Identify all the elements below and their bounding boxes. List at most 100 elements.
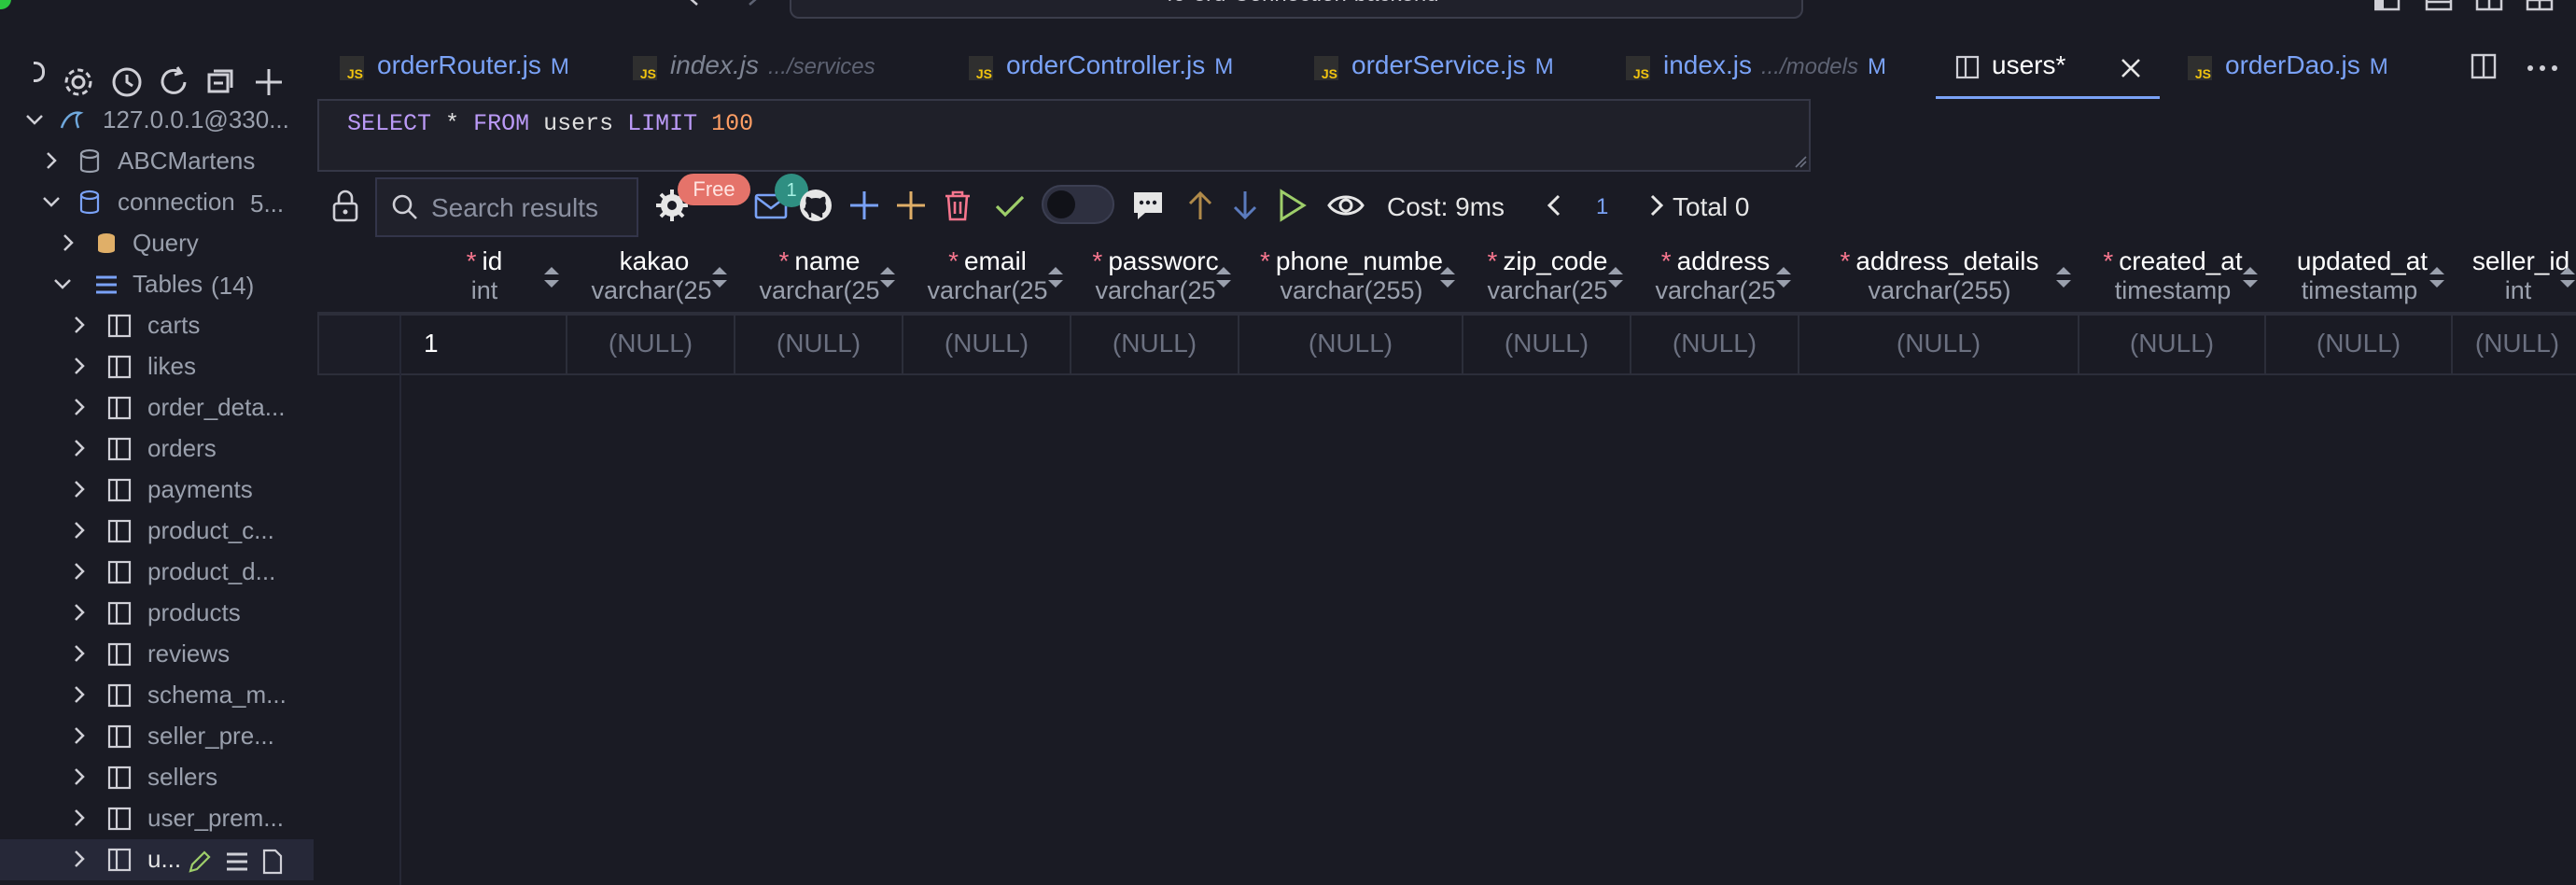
sql-query[interactable]: SELECT * FROM users LIMIT 100 — [347, 110, 753, 137]
sort-icon[interactable] — [877, 263, 898, 291]
tree-table-users[interactable]: u... — [0, 839, 314, 880]
tree-table-item[interactable]: product_d... — [0, 552, 314, 593]
search-input[interactable] — [429, 189, 629, 228]
tab-users[interactable]: users* — [1936, 37, 2160, 99]
column-header[interactable]: * zip_code varchar(25 — [1463, 239, 1631, 314]
sort-icon[interactable] — [2053, 263, 2074, 291]
collapse-all-icon[interactable] — [202, 63, 239, 101]
tab-index-services[interactable]: JS index.js .../services — [607, 37, 887, 99]
table-cell[interactable]: 1 — [401, 314, 567, 375]
tree-tables[interactable]: Tables (14) — [0, 264, 314, 305]
sort-icon[interactable] — [541, 263, 562, 291]
toggle-switch[interactable] — [1042, 185, 1114, 224]
column-header[interactable]: seller_id int — [2453, 239, 2576, 314]
tree-table-item[interactable]: reviews — [0, 634, 314, 675]
tab-index-models[interactable]: JS index.js .../models M — [1600, 37, 1917, 99]
back-arrow-icon[interactable] — [685, 0, 713, 11]
tab-ordercontroller[interactable]: JS orderController.js M — [943, 37, 1279, 99]
list-rows-icon[interactable] — [224, 849, 250, 875]
column-header[interactable]: * phone_numbe varchar(255) — [1239, 239, 1463, 314]
tree-table-item[interactable]: order_deta... — [0, 387, 314, 428]
history-icon[interactable] — [108, 63, 146, 101]
row-number-cell[interactable] — [317, 314, 401, 375]
tree-table-item[interactable]: user_prem... — [0, 798, 314, 839]
chevron-right-icon[interactable] — [1637, 187, 1674, 224]
table-cell[interactable]: (NULL) — [1239, 314, 1463, 375]
sort-icon[interactable] — [2427, 263, 2447, 291]
tree-table-item[interactable]: product_c... — [0, 511, 314, 552]
sql-editor[interactable]: SELECT * FROM users LIMIT 100 — [317, 99, 1811, 172]
column-header[interactable]: * address varchar(25 — [1631, 239, 1799, 314]
lock-icon[interactable] — [327, 187, 364, 224]
tree-table-item[interactable]: seller_pre... — [0, 716, 314, 757]
tree-table-item[interactable]: schema_m... — [0, 675, 314, 716]
column-header[interactable]: * created_at timestamp — [2079, 239, 2266, 314]
chevron-left-icon[interactable] — [1536, 187, 1574, 224]
arrow-up-icon[interactable] — [1182, 187, 1219, 224]
tree-table-item[interactable]: orders — [0, 428, 314, 470]
tree-table-item[interactable]: payments — [0, 470, 314, 511]
table-cell[interactable]: (NULL) — [567, 314, 735, 375]
insert-icon[interactable] — [892, 187, 930, 224]
tree-table-item[interactable]: products — [0, 593, 314, 634]
table-cell[interactable]: (NULL) — [1799, 314, 2079, 375]
column-header[interactable]: kakao varchar(25 — [567, 239, 735, 314]
tab-orderrouter[interactable]: JS orderRouter.js M — [314, 37, 594, 99]
refresh-icon[interactable] — [155, 63, 192, 101]
close-icon[interactable] — [2119, 56, 2143, 80]
run-play-icon[interactable] — [1273, 187, 1310, 224]
sort-icon[interactable] — [1213, 263, 1234, 291]
tree-database-connection[interactable]: connection 5... — [0, 182, 314, 223]
column-header[interactable]: * name varchar(25 — [735, 239, 903, 314]
tree-query[interactable]: Query — [0, 223, 314, 264]
column-header[interactable]: * passworc varchar(25 — [1071, 239, 1239, 314]
sort-icon[interactable] — [1045, 263, 1066, 291]
tree-table-item[interactable]: carts — [0, 305, 314, 346]
table-cell[interactable]: (NULL) — [1463, 314, 1631, 375]
sort-icon[interactable] — [2557, 263, 2576, 291]
resize-handle-icon[interactable] — [1794, 155, 1807, 168]
add-connection-icon[interactable] — [250, 63, 287, 101]
forward-arrow-icon[interactable] — [734, 0, 762, 11]
table-cell[interactable]: (NULL) — [903, 314, 1071, 375]
table-cell[interactable]: (NULL) — [2453, 314, 2576, 375]
edit-pencil-icon[interactable] — [187, 849, 213, 875]
eye-icon[interactable] — [1327, 187, 1365, 224]
tree-connection[interactable]: 127.0.0.1@330... — [0, 100, 314, 141]
column-header[interactable]: * email varchar(25 — [903, 239, 1071, 314]
comment-icon[interactable] — [1129, 187, 1167, 224]
sort-icon[interactable] — [1605, 263, 1626, 291]
sort-icon[interactable] — [709, 263, 730, 291]
github-icon[interactable] — [797, 187, 834, 224]
table-cell[interactable]: (NULL) — [1631, 314, 1799, 375]
more-actions-icon[interactable] — [2526, 63, 2563, 73]
tree-table-item[interactable]: likes — [0, 346, 314, 387]
table-cell[interactable]: (NULL) — [2266, 314, 2453, 375]
sort-icon[interactable] — [1437, 263, 1458, 291]
document-icon[interactable] — [259, 849, 286, 875]
command-center[interactable]: 49-3rd-Connection-backend — [790, 0, 1803, 19]
tree-database-abcmartens[interactable]: ABCMartens — [0, 141, 314, 182]
column-header[interactable]: updated_at timestamp — [2266, 239, 2453, 314]
search-results-box[interactable] — [375, 177, 638, 237]
delete-icon[interactable] — [939, 187, 976, 224]
table-cell[interactable]: (NULL) — [735, 314, 903, 375]
arrow-down-icon[interactable] — [1226, 187, 1264, 224]
tree-table-item[interactable]: sellers — [0, 757, 314, 798]
table-cell[interactable]: (NULL) — [1071, 314, 1239, 375]
layout-toggle-icons[interactable] — [2374, 0, 2576, 15]
column-header[interactable]: * id int — [401, 239, 567, 314]
add-row-icon[interactable] — [846, 187, 883, 224]
sort-icon[interactable] — [1773, 263, 1794, 291]
column-header[interactable]: * address_details varchar(255) — [1799, 239, 2079, 314]
window-close-dot[interactable] — [0, 0, 11, 9]
sort-icon[interactable] — [2240, 263, 2261, 291]
split-editor-icon[interactable] — [2470, 52, 2498, 80]
free-badge[interactable]: Free — [678, 174, 750, 205]
gear-icon[interactable] — [60, 63, 97, 101]
page-number[interactable]: 1 — [1596, 194, 1608, 220]
tab-orderservice[interactable]: JS orderService.js M — [1288, 37, 1587, 99]
tab-orderdao[interactable]: JS orderDao.js M — [2162, 37, 2442, 99]
table-cell[interactable]: (NULL) — [2079, 314, 2266, 375]
checkmark-icon[interactable] — [991, 187, 1029, 224]
